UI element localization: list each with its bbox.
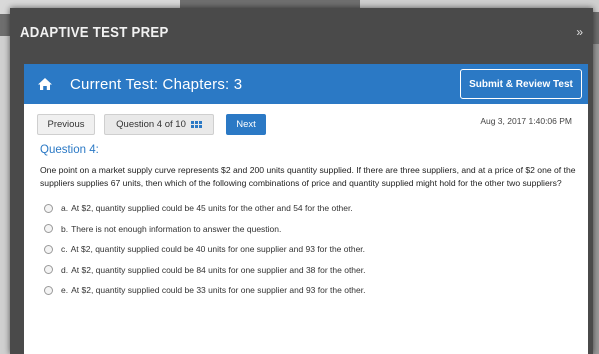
panel-header: Current Test: Chapters: 3 Submit & Revie… [24, 64, 588, 104]
current-test-title: Current Test: Chapters: 3 [70, 75, 243, 93]
radio-button[interactable] [44, 285, 53, 295]
next-button[interactable]: Next [226, 114, 266, 135]
grid-icon [190, 121, 202, 128]
question-label: Question 4: [40, 144, 99, 156]
option-text: At $2, quantity supplied could be 84 uni… [71, 264, 366, 275]
answer-option-e[interactable]: e. At $2, quantity supplied could be 33 … [44, 280, 588, 301]
question-selector-label: Question 4 of 10 [116, 119, 186, 130]
answer-option-a[interactable]: a. At $2, quantity supplied could be 45 … [44, 198, 588, 219]
option-text: There is not enough information to answe… [71, 223, 282, 234]
submit-review-test-button[interactable]: Submit & Review Test [460, 69, 582, 99]
option-text: At $2, quantity supplied could be 33 uni… [71, 285, 366, 296]
timestamp: Aug 3, 2017 1:40:06 PM [480, 116, 572, 126]
option-text: At $2, quantity supplied could be 40 uni… [70, 244, 366, 255]
answer-option-b[interactable]: b. There is not enough information to an… [44, 219, 588, 240]
background-window-fragment [592, 44, 599, 354]
window-titlebar: ADAPTIVE TEST PREP » [10, 8, 593, 56]
option-text: At $2, quantity supplied could be 45 uni… [71, 203, 353, 214]
app-title: ADAPTIVE TEST PREP [20, 23, 169, 41]
answer-option-c[interactable]: c. At $2, quantity supplied could be 40 … [44, 239, 588, 260]
expand-icon[interactable]: » [576, 25, 583, 39]
radio-button[interactable] [44, 244, 53, 254]
question-selector-button[interactable]: Question 4 of 10 [104, 114, 214, 135]
answer-option-d[interactable]: d. At $2, quantity supplied could be 84 … [44, 260, 588, 281]
answer-options: a. At $2, quantity supplied could be 45 … [44, 198, 588, 301]
test-panel: Current Test: Chapters: 3 Submit & Revie… [24, 64, 588, 354]
question-toolbar: Previous Question 4 of 10 Next Aug 3, 20… [24, 104, 588, 138]
radio-button[interactable] [44, 265, 53, 275]
radio-button[interactable] [44, 224, 53, 234]
test-prep-window: ADAPTIVE TEST PREP » Current Test: Chapt… [10, 8, 593, 354]
previous-button[interactable]: Previous [37, 114, 95, 135]
radio-button[interactable] [44, 203, 53, 213]
home-icon[interactable] [34, 73, 56, 95]
question-text: One point on a market supply curve repre… [40, 165, 576, 188]
